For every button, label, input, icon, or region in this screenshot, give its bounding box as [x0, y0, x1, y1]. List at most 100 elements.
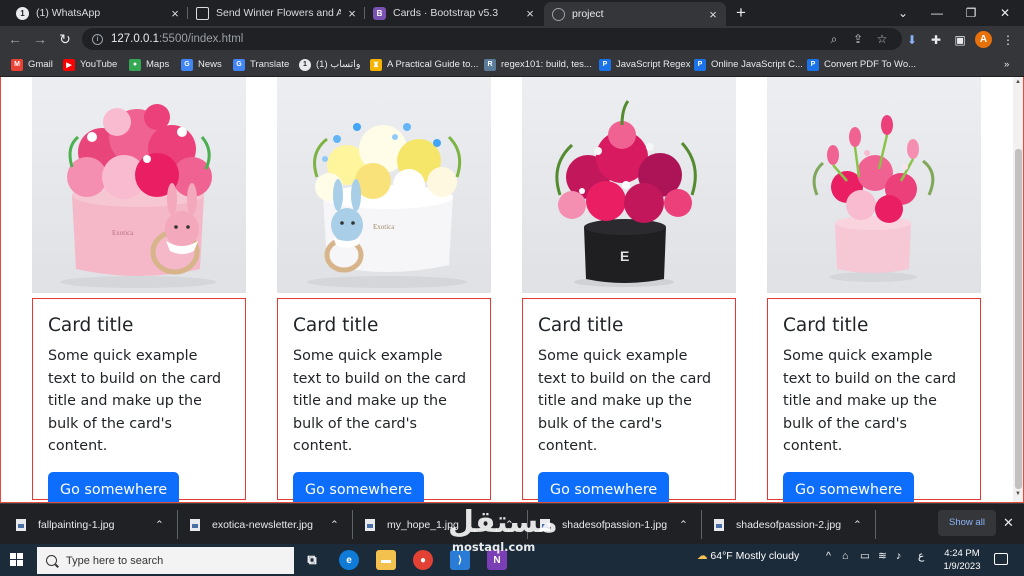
close-icon[interactable]: ×	[347, 7, 357, 20]
bookmark-convert-pdf[interactable]: P Convert PDF To Wo...	[807, 53, 916, 76]
tab-project[interactable]: project ×	[544, 2, 726, 26]
globe-icon	[552, 7, 565, 21]
side-panel-icon[interactable]: ▣	[951, 31, 969, 49]
input-language[interactable]: ع	[918, 550, 924, 562]
zoom-icon[interactable]: ⌕	[826, 31, 842, 47]
p-icon: P	[599, 58, 611, 71]
card-image-yellow-white-blue-bunny: Exotica	[277, 77, 491, 293]
mostaql-watermark-logo: مستقل	[448, 505, 558, 540]
download-item[interactable]: shadesofpassion-2.jpg	[714, 504, 841, 545]
file-explorer-icon[interactable]: ▬	[376, 550, 396, 570]
bookmark-practical-guide[interactable]: ♜ A Practical Guide to...	[370, 53, 478, 76]
chrome-icon[interactable]: ●	[413, 550, 433, 570]
chevron-up-icon[interactable]: ⌃	[679, 504, 688, 545]
close-icon[interactable]: ×	[170, 7, 180, 20]
chevron-up-icon[interactable]: ⌃	[330, 504, 339, 545]
show-hidden-icons-chevron[interactable]: ^	[826, 550, 831, 562]
monitor-icon[interactable]: ▭	[860, 550, 870, 562]
taskbar-clock[interactable]: 4:24 PM 1/9/2023	[940, 547, 984, 573]
download-item[interactable]: fallpainting-1.jpg	[16, 504, 114, 545]
bookmark-youtube[interactable]: ▶ YouTube	[63, 53, 117, 76]
bookmark-whatsapp[interactable]: 1 واتساب (1)	[299, 53, 360, 76]
close-window-button[interactable]: ✕	[990, 0, 1020, 26]
network-icon[interactable]: ⌂	[842, 550, 848, 562]
minimize-button[interactable]: —	[922, 0, 952, 26]
windows-start-icon[interactable]	[10, 553, 24, 567]
tab-strip: 1 (1) WhatsApp × Send Winter Flowers and…	[0, 0, 1024, 26]
download-item[interactable]: exotica-newsletter.jpg	[190, 504, 313, 545]
bookmark-star-icon[interactable]: ☆	[874, 31, 890, 47]
go-somewhere-button[interactable]: Go somewhere	[538, 471, 670, 502]
card-image-pink-tulips-pink-box	[767, 77, 981, 293]
wifi-icon[interactable]: ≋	[878, 550, 887, 562]
profile-avatar[interactable]: A	[975, 31, 992, 48]
brand-label: Exotica	[373, 223, 395, 231]
card-text: Some quick example text to build on the …	[48, 348, 222, 454]
bookmark-javascript-regex[interactable]: P JavaScript Regex	[599, 53, 690, 76]
file-icon	[190, 518, 200, 531]
search-placeholder: Type here to search	[66, 554, 164, 567]
scrollbar-thumb[interactable]	[1015, 149, 1022, 489]
close-icon[interactable]: ×	[525, 7, 535, 20]
volume-icon[interactable]: ♪	[896, 550, 901, 562]
tab-search-chevron-icon[interactable]: ⌄	[888, 0, 918, 26]
download-item[interactable]: shadesofpassion-1.jpg	[540, 504, 667, 545]
p-icon: P	[694, 58, 706, 71]
forward-button[interactable]: →	[29, 28, 51, 50]
download-icon[interactable]: ⬇	[903, 31, 921, 49]
bookmark-regex101[interactable]: Rregex101: build, tes...	[484, 53, 592, 76]
edge-icon[interactable]: e	[339, 550, 359, 570]
p-icon: P	[807, 58, 819, 71]
bookmarks-bar: M Gmail ▶ YouTube ● Maps G News G Translate 1…	[0, 53, 1024, 77]
page-icon	[196, 6, 209, 20]
url-text: 127.0.0.1:5500/index.html	[111, 33, 244, 45]
tab-send-winter-flowers[interactable]: Send Winter Flowers and Arrange ×	[188, 0, 365, 26]
bookmark-news[interactable]: G News	[181, 53, 222, 76]
weather-widget[interactable]: ☁ 64°F Mostly cloudy	[697, 550, 799, 562]
address-bar[interactable]: i 127.0.0.1:5500/index.html	[82, 28, 902, 50]
share-icon[interactable]: ⇪	[850, 31, 866, 47]
close-downloads-icon[interactable]: ✕	[1003, 515, 1014, 531]
guide-icon: ♜	[370, 58, 382, 71]
reload-button[interactable]: ↻	[54, 28, 76, 50]
maps-icon: ●	[129, 58, 141, 71]
card-4: Card title Some quick example text to bu…	[767, 298, 981, 502]
close-icon[interactable]: ×	[708, 8, 718, 21]
go-somewhere-button[interactable]: Go somewhere	[293, 471, 425, 502]
tab-whatsapp[interactable]: 1 (1) WhatsApp ×	[8, 0, 188, 26]
bookmark-gmail[interactable]: M Gmail	[11, 53, 53, 76]
bookmark-translate[interactable]: G Translate	[233, 53, 289, 76]
info-icon[interactable]: i	[92, 33, 103, 45]
chevron-up-icon[interactable]: ⌃	[853, 504, 862, 545]
back-button[interactable]: ←	[4, 28, 26, 50]
tab-title: (1) WhatsApp	[36, 7, 101, 19]
card-title: Card title	[538, 315, 624, 336]
scroll-down-icon[interactable]: ▼	[1015, 491, 1021, 497]
tab-title: Send Winter Flowers and Arrange	[216, 7, 341, 19]
menu-kebab-icon[interactable]: ⋮	[999, 31, 1017, 49]
go-somewhere-button[interactable]: Go somewhere	[48, 471, 180, 502]
bookmark-maps[interactable]: ● Maps	[129, 53, 169, 76]
brand-label: Exotica	[112, 229, 134, 237]
restore-button[interactable]: ❐	[956, 0, 986, 26]
chevron-up-icon[interactable]: ⌃	[155, 504, 164, 545]
cloud-icon: ☁	[697, 550, 708, 562]
search-icon	[46, 555, 57, 566]
go-somewhere-button[interactable]: Go somewhere	[783, 471, 915, 502]
new-tab-button[interactable]: +	[731, 3, 751, 23]
page-scrollbar[interactable]: ▲ ▼	[1013, 77, 1023, 502]
task-view-icon[interactable]: ⧉	[302, 550, 322, 570]
bookmark-online-js[interactable]: P Online JavaScript C...	[694, 53, 803, 76]
news-icon: G	[181, 58, 193, 71]
more-bookmarks-icon[interactable]: »	[1004, 53, 1009, 76]
notification-icon[interactable]	[994, 553, 1008, 565]
scroll-up-icon[interactable]: ▲	[1015, 79, 1021, 85]
mostaql-watermark-text: mostaql.com	[452, 540, 536, 554]
download-item[interactable]: my_hope_1.jpg	[365, 504, 459, 545]
show-all-downloads-button[interactable]: Show all	[938, 510, 996, 536]
regex-icon: R	[484, 58, 496, 71]
card-text: Some quick example text to build on the …	[783, 348, 957, 454]
extensions-icon[interactable]: ✚	[927, 31, 945, 49]
tab-bootstrap-cards[interactable]: B Cards · Bootstrap v5.3 ×	[365, 0, 543, 26]
taskbar-search-box[interactable]: Type here to search	[37, 547, 294, 574]
